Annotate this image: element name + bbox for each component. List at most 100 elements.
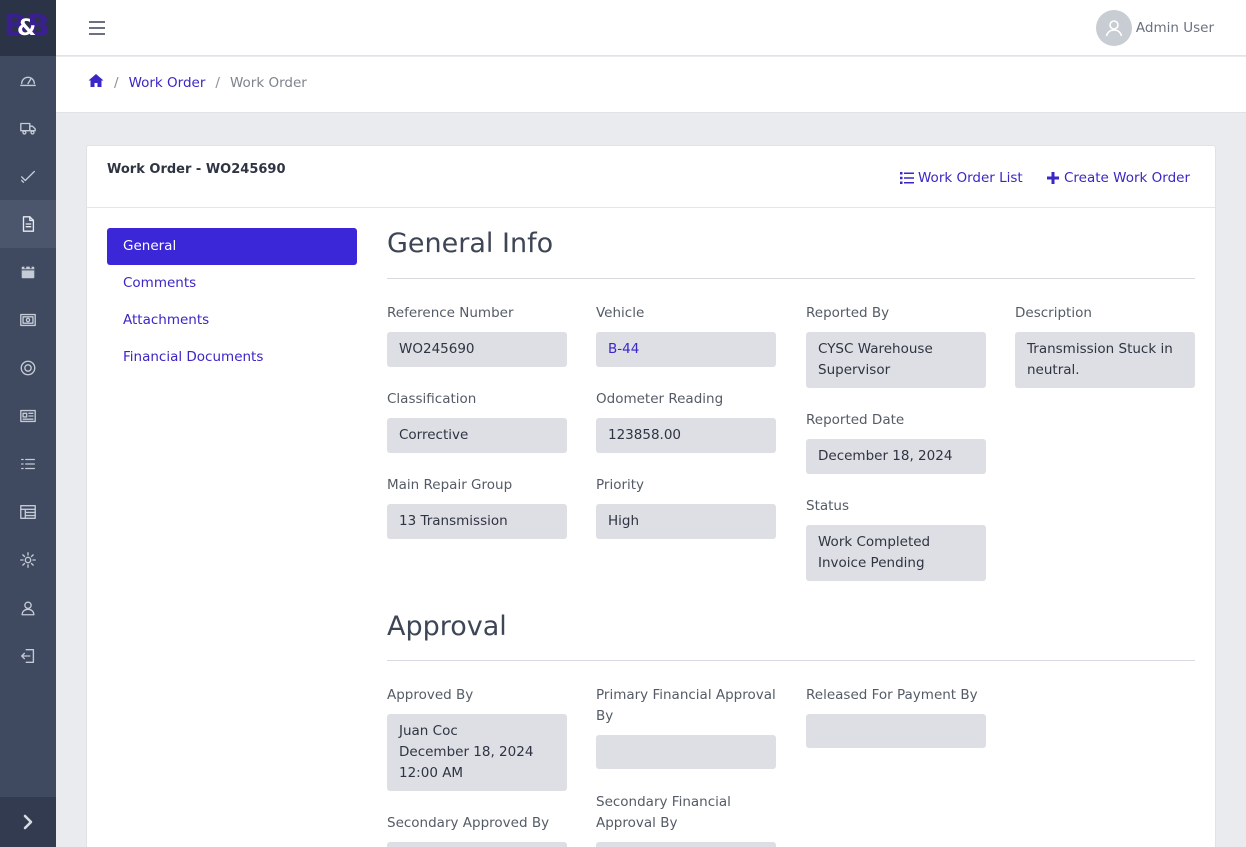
truck-icon [20, 122, 36, 135]
general-info-divider [387, 278, 1195, 279]
general-info-heading: General Info [387, 228, 554, 259]
work-order-list-button[interactable]: Work Order List [900, 170, 1023, 186]
classification-value: Corrective [387, 418, 567, 453]
status-label: Status [806, 498, 850, 514]
menu-toggle-button[interactable] [89, 21, 105, 35]
reported-by-label: Reported By [806, 305, 890, 321]
sidebar-expand-button[interactable] [0, 797, 56, 847]
sidebar-item-settings[interactable] [0, 536, 56, 584]
reported-by-value: CYSC Warehouse Supervisor [806, 332, 986, 388]
sidebar-item-work-orders[interactable] [0, 200, 56, 248]
sidebar: B B & [0, 0, 56, 847]
sidebar-item-reports[interactable] [0, 392, 56, 440]
sidebar-item-vehicles[interactable] [0, 104, 56, 152]
secondary-financial-approval-label-line1: Secondary Financial [596, 794, 731, 810]
approved-by-label: Approved By [387, 687, 474, 703]
vehicle-field: Vehicle B-44 [596, 303, 776, 367]
description-value: Transmission Stuck in neutral. [1015, 332, 1195, 388]
tab-financial-documents[interactable]: Financial Documents [107, 339, 357, 376]
reference-number-label: Reference Number [387, 305, 514, 321]
status-field: Status Work Completed Invoice Pending [806, 496, 986, 581]
tab-general[interactable]: General [107, 228, 357, 265]
odometer-field: Odometer Reading 123858.00 [596, 389, 776, 453]
classification-field: Classification Corrective [387, 389, 567, 453]
tab-attachments[interactable]: Attachments [107, 302, 357, 339]
sidebar-item-users[interactable] [0, 584, 56, 632]
reported-date-field: Reported Date December 18, 2024 [806, 410, 986, 474]
list-icon [900, 172, 914, 184]
released-for-payment-label: Released For Payment By [806, 687, 978, 703]
sidebar-item-finance[interactable] [0, 296, 56, 344]
breadcrumb-separator: / [215, 74, 220, 91]
money-icon [20, 313, 36, 327]
main-repair-group-label: Main Repair Group [387, 477, 513, 493]
description-field: Description Transmission Stuck in neutra… [1015, 303, 1195, 388]
secondary-approved-by-label: Secondary Approved By [387, 815, 550, 831]
page-title: Work Order - WO245690 [107, 162, 286, 177]
odometer-label: Odometer Reading [596, 391, 724, 407]
sidebar-item-logout[interactable] [0, 632, 56, 680]
primary-financial-approval-field: Primary Financial Approval By [596, 685, 776, 769]
description-label: Description [1015, 305, 1092, 321]
user-avatar-icon [1105, 20, 1123, 37]
newspaper-icon [20, 409, 36, 423]
released-for-payment-value [806, 714, 986, 748]
table-icon [20, 505, 36, 519]
status-value: Work Completed Invoice Pending [806, 525, 986, 581]
secondary-approved-by-field: Secondary Approved By [387, 813, 567, 847]
priority-field: Priority High [596, 475, 776, 539]
calendar-icon [21, 264, 35, 279]
hamburger-line [89, 27, 105, 29]
vehicle-label: Vehicle [596, 305, 645, 321]
primary-financial-approval-value [596, 735, 776, 769]
odometer-value: 123858.00 [596, 418, 776, 453]
create-work-order-label: Create Work Order [1064, 170, 1190, 186]
breadcrumb-work-order-link[interactable]: Work Order [129, 75, 206, 91]
gear-icon [20, 552, 36, 568]
hamburger-line [89, 33, 105, 35]
work-order-card: Work Order - WO245690 Work Order List Cr… [86, 145, 1216, 847]
breadcrumb-home[interactable] [88, 73, 104, 92]
priority-value: High [596, 504, 776, 539]
approval-divider [387, 660, 1195, 661]
check-icon [21, 170, 35, 183]
breadcrumb-current: Work Order [229, 74, 307, 91]
sidebar-item-tires[interactable] [0, 344, 56, 392]
secondary-approved-by-value [387, 842, 567, 847]
breadcrumb-bar: / Work Order / Work Order [56, 57, 1246, 113]
reference-number-value: WO245690 [387, 332, 567, 367]
home-icon [88, 74, 104, 87]
sidebar-item-dashboard[interactable] [0, 56, 56, 104]
tab-comments[interactable]: Comments [107, 265, 357, 302]
plus-icon [1047, 172, 1059, 184]
chevron-right-icon [23, 814, 33, 830]
app-logo[interactable]: B B & [0, 0, 56, 56]
reported-date-label: Reported Date [806, 412, 905, 428]
reported-by-field: Reported By CYSC Warehouse Supervisor [806, 303, 986, 388]
section-tabs: General Comments Attachments Financial D… [107, 228, 357, 376]
vehicle-link[interactable]: B-44 [596, 332, 776, 367]
sidebar-item-calendar[interactable] [0, 248, 56, 296]
work-order-list-label: Work Order List [918, 170, 1023, 186]
primary-financial-approval-label-line2: By [596, 708, 614, 724]
approved-by-time: 12:00 AM [399, 765, 464, 781]
primary-financial-approval-label: Primary Financial Approval By [596, 685, 776, 727]
reference-number-field: Reference Number WO245690 [387, 303, 567, 367]
card-header: Work Order - WO245690 Work Order List Cr… [87, 146, 1215, 208]
user-name: Admin User [1135, 20, 1214, 36]
secondary-financial-approval-value [596, 842, 776, 847]
create-work-order-button[interactable]: Create Work Order [1046, 170, 1190, 186]
sidebar-item-inspections[interactable] [0, 152, 56, 200]
breadcrumb: / Work Order / Work Order [88, 73, 307, 92]
main-repair-group-value: 13 Transmission [387, 504, 567, 539]
approved-by-date: December 18, 2024 [399, 744, 534, 760]
approved-by-field: Approved By Juan Coc December 18, 2024 1… [387, 685, 567, 791]
sidebar-item-table[interactable] [0, 488, 56, 536]
tire-icon [20, 360, 36, 376]
user-menu[interactable]: Admin User [1095, 10, 1214, 46]
primary-financial-approval-label-line1: Primary Financial Approval [596, 687, 776, 703]
document-icon [22, 216, 35, 232]
dashboard-icon [20, 76, 36, 87]
released-for-payment-field: Released For Payment By [806, 685, 986, 748]
sidebar-item-checklist[interactable] [0, 440, 56, 488]
